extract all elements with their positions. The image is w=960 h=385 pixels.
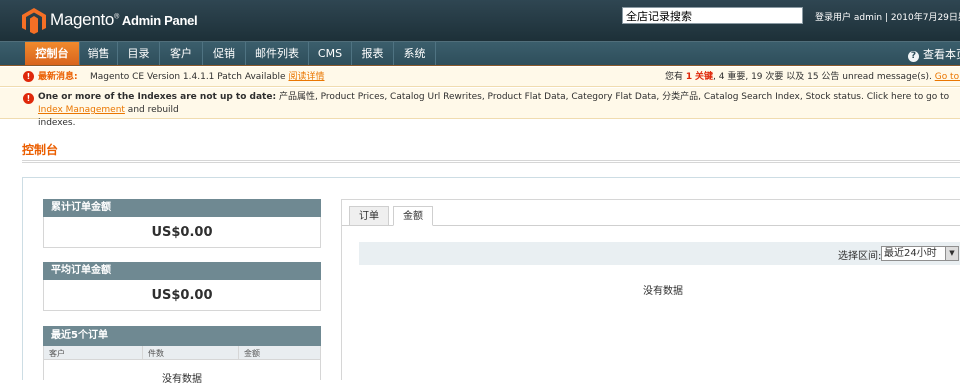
notice-label: 最新消息: (38, 72, 78, 82)
help-link[interactable]: ?查看本页 (908, 46, 960, 62)
header: Magento®Admin Panel 登录用户 admin | 2010年7月… (0, 0, 960, 41)
dropdown-arrow-icon: ▼ (945, 247, 958, 260)
nav-item-promotions[interactable]: 促销 (203, 42, 246, 65)
column-items[interactable]: 件数 (148, 348, 164, 359)
nav-item-customers[interactable]: 客户 (160, 42, 203, 65)
column-divider (238, 346, 239, 359)
admin-panel-title: Admin Panel (121, 13, 198, 28)
notice-message: Magento CE Version 1.4.1.1 Patch Availab… (90, 72, 325, 82)
notice-icon: ! (23, 71, 34, 82)
main-nav: 控制台 销售 目录 客户 促销 邮件列表 CMS 报表 系统 ?查看本页 (0, 41, 960, 66)
help-icon: ? (908, 51, 919, 62)
magento-logo-icon (22, 8, 46, 34)
nav-item-cms[interactable]: CMS (309, 42, 352, 65)
brand: Magento® Admin Panel (50, 10, 198, 29)
chart-empty-message: 没有数据 (643, 286, 683, 297)
message-summary: 您有 1 关键, 4 重要, 19 次要 以及 15 公告 unread mes… (665, 67, 960, 87)
column-divider (142, 346, 143, 359)
page-title: 控制台 (22, 143, 59, 157)
tab-amounts[interactable]: 金额 (393, 206, 433, 226)
index-management-link[interactable]: Index Management (38, 105, 125, 115)
latest-message-bar: ! 最新消息: Magento CE Version 1.4.1.1 Patch… (0, 67, 960, 87)
column-customer[interactable]: 客户 (49, 348, 65, 359)
column-total[interactable]: 金额 (244, 348, 260, 359)
average-order-header: 平均订单金额 (43, 262, 321, 280)
index-warning-icon: ! (23, 93, 34, 104)
nav-item-catalog[interactable]: 目录 (118, 42, 160, 65)
nav-item-dashboard[interactable]: 控制台 (25, 42, 80, 65)
nav-item-reports[interactable]: 报表 (352, 42, 394, 65)
read-details-link[interactable]: 阅读详情 (288, 72, 324, 82)
goto-messages-link[interactable]: Go to messa (935, 72, 960, 82)
last-orders-header: 最近5个订单 (43, 326, 321, 346)
nav-item-newsletter[interactable]: 邮件列表 (246, 42, 309, 65)
last-orders-empty: 没有数据 (43, 360, 321, 385)
nav-item-sales[interactable]: 销售 (80, 42, 118, 65)
user-info: 登录用户 admin | 2010年7月29日星期 (815, 13, 960, 23)
lifetime-sales-header: 累计订单金额 (43, 199, 321, 217)
tab-underline (342, 225, 960, 226)
tab-orders[interactable]: 订单 (349, 206, 389, 226)
index-notice: ! One or more of the Indexes are not up … (0, 88, 960, 128)
global-search-input[interactable] (622, 7, 803, 24)
range-select[interactable]: 最近24小时 ▼ (881, 246, 959, 261)
last-orders-columns: 客户 件数 金额 (43, 346, 321, 360)
nav-item-system[interactable]: 系统 (394, 42, 436, 65)
average-order-value: US$0.00 (43, 280, 321, 311)
range-label: 选择区间: (838, 251, 882, 262)
lifetime-sales-value: US$0.00 (43, 217, 321, 248)
title-divider (22, 160, 960, 163)
